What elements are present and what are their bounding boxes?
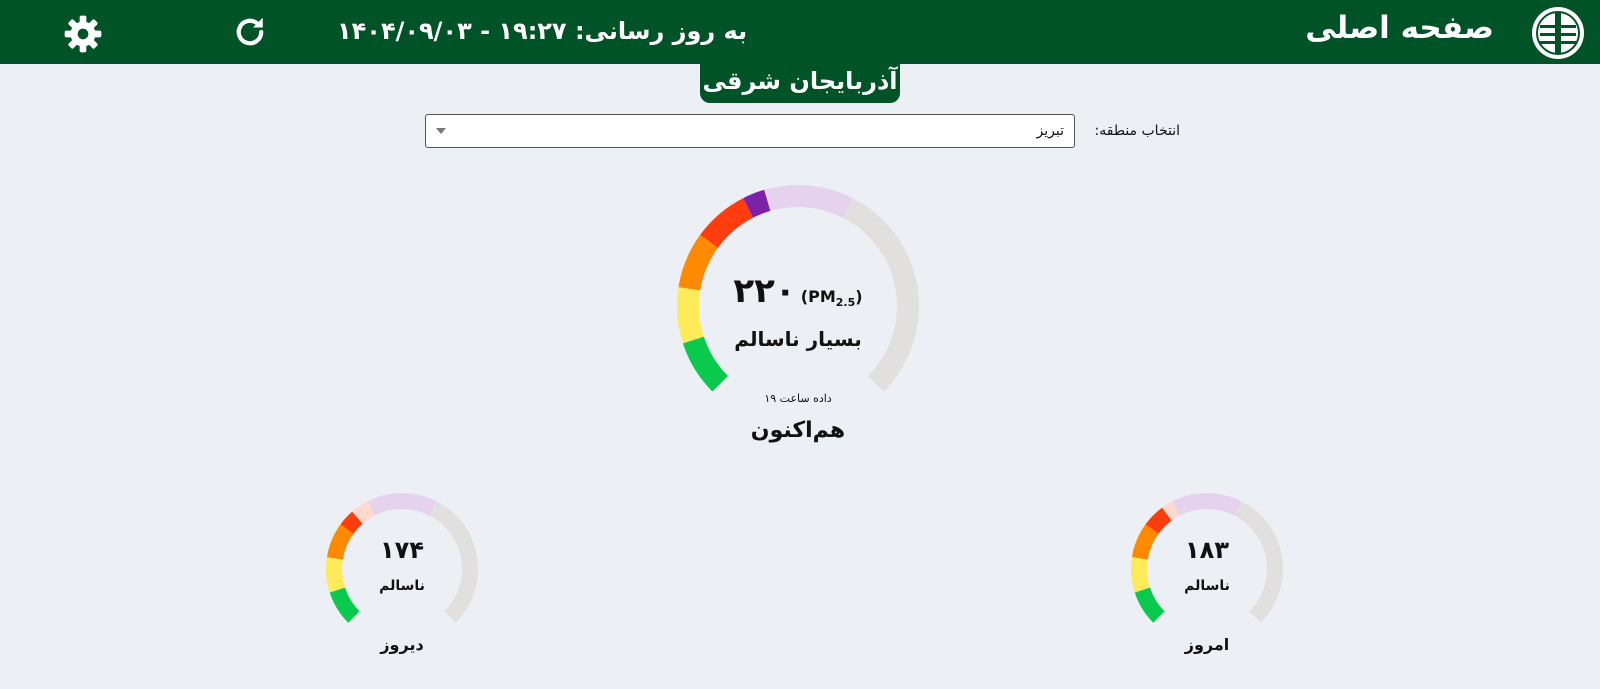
gauge-band-very-unhealthy bbox=[743, 189, 771, 218]
gear-icon[interactable] bbox=[63, 14, 103, 54]
province-title: آذربایجان شرقی bbox=[700, 62, 900, 103]
page-title: صفحه اصلی bbox=[1305, 10, 1494, 46]
environment-org-logo[interactable] bbox=[1530, 5, 1586, 61]
gauge-yesterday-caption: دیروز bbox=[380, 635, 424, 654]
gauge-now-status: بسیار ناسالم bbox=[734, 327, 862, 351]
region-select[interactable]: تبریز bbox=[425, 114, 1075, 148]
refresh-icon[interactable] bbox=[232, 14, 268, 50]
gauge-today-value: ۱۸۳ bbox=[1185, 536, 1229, 564]
region-select-label: انتخاب منطقه: bbox=[1094, 123, 1180, 139]
header-bar: صفحه اصلی به روز رسانی: ۱۹:۲۷ - ۱۴۰۴/۰۹/… bbox=[0, 0, 1600, 64]
gauge-band-unhealthy-remaining bbox=[352, 501, 375, 524]
gauge-today-status: ناسالم bbox=[1184, 578, 1230, 594]
gauge-now-value: ۲۲۰ bbox=[733, 271, 796, 311]
gauge-today-caption: امروز bbox=[1184, 635, 1230, 654]
gauge-band-unhealthy bbox=[700, 198, 754, 249]
gauge-yesterday-value: ۱۷۴ bbox=[380, 536, 424, 564]
gauge-band-very-unhealthy-remaining bbox=[764, 185, 853, 218]
gauge-now-caption: هم‌اکنون bbox=[750, 418, 846, 443]
gauge-yesterday-status: ناسالم bbox=[379, 578, 425, 594]
gauge-now-data-hour: داده ساعت ۱۹ bbox=[764, 392, 832, 405]
last-update-text: به روز رسانی: ۱۹:۲۷ - ۱۴۰۴/۰۹/۰۳ bbox=[337, 17, 748, 45]
gauge-band-unhealthy bbox=[1145, 507, 1172, 534]
gauge-yesterday: ۱۷۴ ناسالم دیروز bbox=[322, 492, 482, 672]
gauge-band-very-unhealthy-remaining bbox=[367, 493, 437, 516]
gauge-band-unhealthy-remaining bbox=[1162, 501, 1180, 521]
gauge-band-good bbox=[1134, 587, 1165, 623]
gauge-band-very-unhealthy-remaining bbox=[1172, 493, 1242, 516]
gauge-band-unhealthy bbox=[340, 511, 363, 534]
gauge-now: ۲۲۰ (PM2.5) بسیار ناسالم داده ساعت ۱۹ هم… bbox=[670, 183, 926, 453]
gauge-band-good bbox=[329, 587, 360, 623]
gauge-now-pollutant: (PM2.5) bbox=[800, 287, 863, 310]
region-selected-value: تبریز bbox=[1036, 123, 1064, 139]
gauge-today: ۱۸۳ ناسالم امروز bbox=[1127, 492, 1287, 672]
chevron-down-icon bbox=[436, 128, 446, 134]
